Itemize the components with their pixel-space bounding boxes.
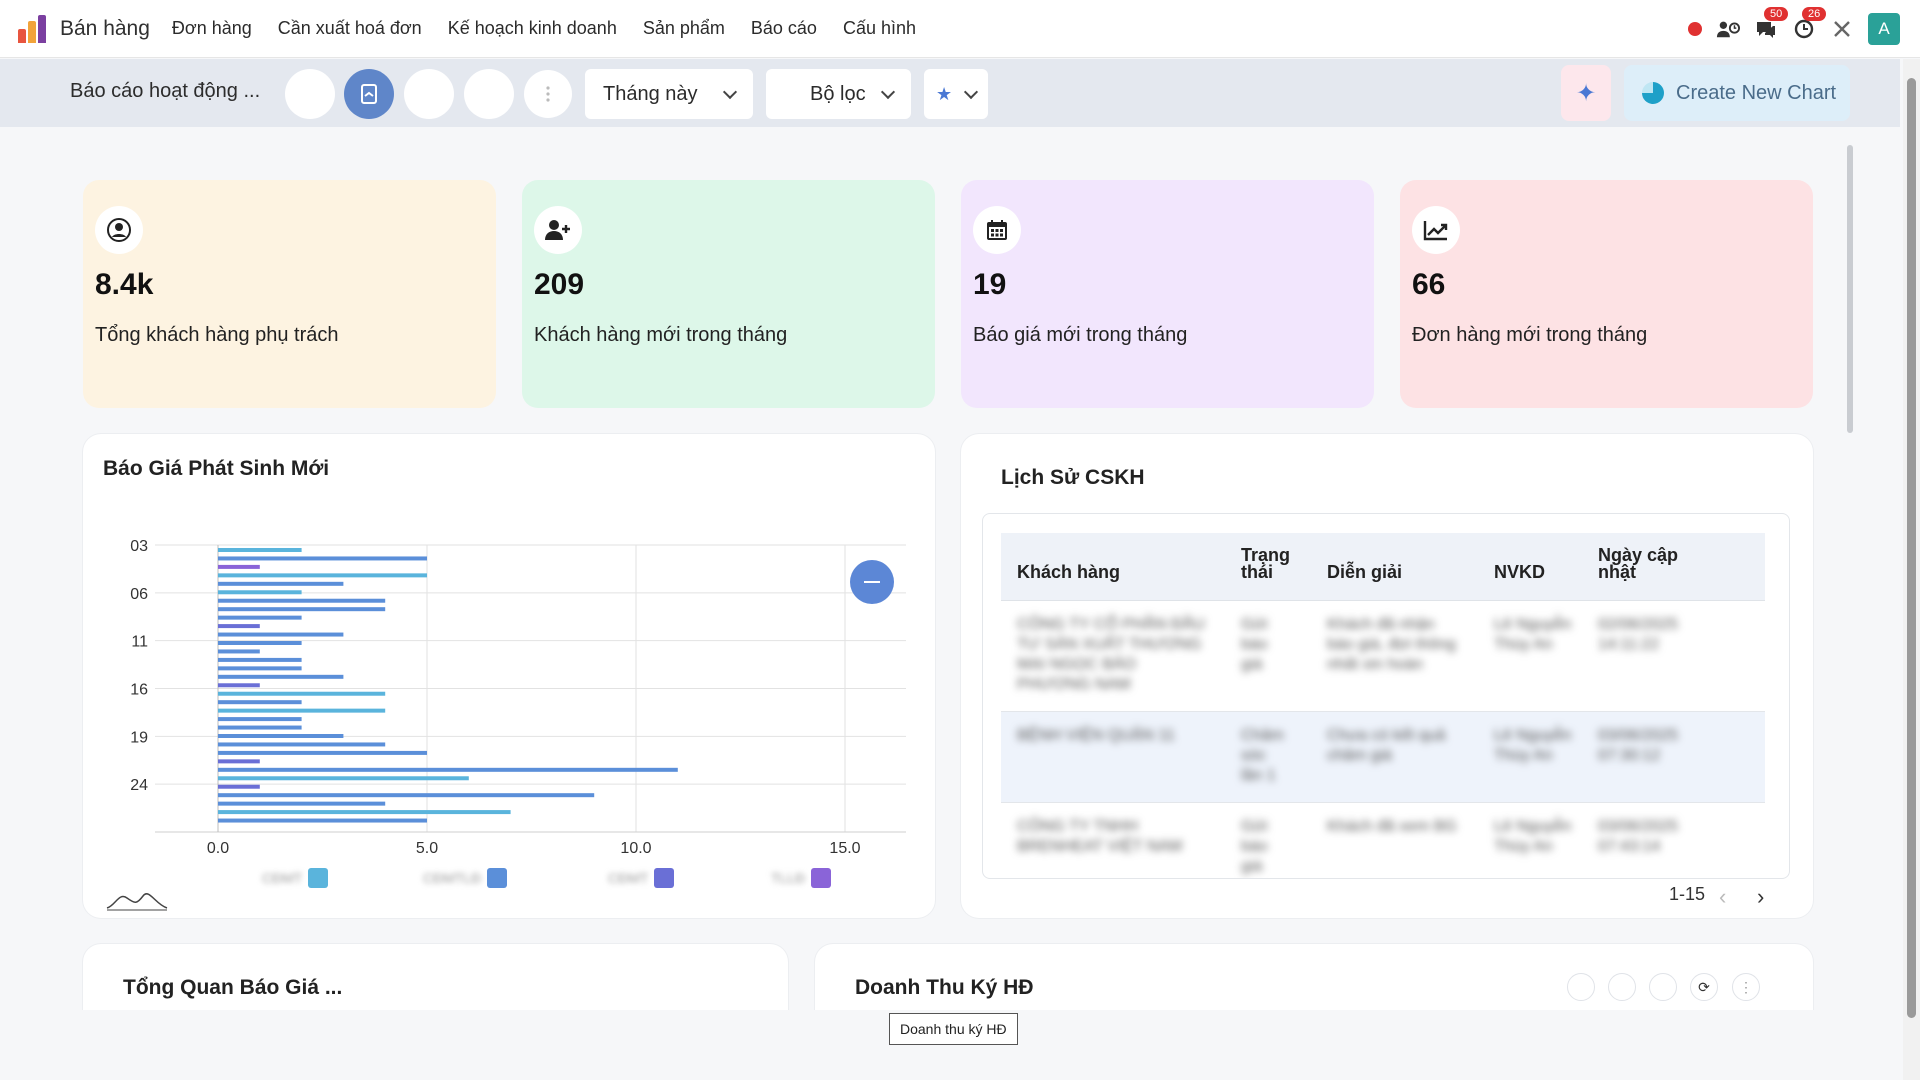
bar xyxy=(218,556,427,561)
legend-item[interactable]: TLLĐ xyxy=(771,867,832,889)
bar xyxy=(218,573,427,578)
bar xyxy=(218,767,678,772)
bar xyxy=(218,581,344,586)
y-tick-label: 19 xyxy=(130,729,148,746)
prev-page-button[interactable]: ‹ xyxy=(1719,884,1726,910)
refresh-icon: ⟳ xyxy=(1698,978,1710,995)
bar xyxy=(218,759,260,764)
bar xyxy=(218,717,302,722)
bar xyxy=(218,564,260,569)
column-header-salesperson[interactable]: NVKD xyxy=(1494,563,1545,581)
column-header-status[interactable]: Trạng thái xyxy=(1241,546,1291,581)
legend-item[interactable]: CĐMT xyxy=(262,867,329,889)
collapse-fab-button[interactable] xyxy=(850,560,894,604)
history-table: Khách hàng Trạng thái Diễn giải NVKD Ngà… xyxy=(982,513,1790,879)
bar xyxy=(218,793,595,798)
bar xyxy=(218,666,302,671)
chart-action-2-button[interactable] xyxy=(1608,973,1636,1001)
revenue-title: Doanh Thu Ký HĐ xyxy=(855,976,1034,999)
bar xyxy=(218,750,427,755)
legend-item[interactable]: CĐMT xyxy=(608,867,675,889)
bar xyxy=(218,801,386,806)
legend-item[interactable]: CĐMTLĐ xyxy=(423,867,508,889)
table-row[interactable]: CÔNG TY TNHH BRENHEAT VIỆT NAM Gửi báo g… xyxy=(1001,803,1765,878)
x-tick-label: 10.0 xyxy=(620,840,651,857)
x-tick-label: 15.0 xyxy=(829,840,860,857)
bar xyxy=(218,607,386,612)
pagination-range: 1-15 xyxy=(1669,884,1706,904)
chart-action-3-button[interactable] xyxy=(1649,973,1677,1001)
bar xyxy=(218,657,302,662)
history-table-header: Khách hàng Trạng thái Diễn giải NVKD Ngà… xyxy=(1001,533,1765,601)
x-tick-label: 0.0 xyxy=(207,840,229,857)
column-header-customer[interactable]: Khách hàng xyxy=(1017,563,1120,581)
x-tick-label: 5.0 xyxy=(416,840,438,857)
bar xyxy=(218,742,386,747)
bar xyxy=(218,615,302,620)
next-page-button[interactable]: › xyxy=(1757,884,1764,910)
history-title: Lịch Sử CSKH xyxy=(1001,466,1145,489)
bar xyxy=(218,691,386,696)
bar xyxy=(218,725,302,730)
quote-overview-title: Tổng Quan Báo Giá ... xyxy=(123,976,343,999)
bar xyxy=(218,784,260,789)
y-tick-label: 06 xyxy=(130,586,148,603)
sparkline-icon[interactable] xyxy=(105,888,169,912)
bar xyxy=(218,632,344,637)
y-tick-label: 11 xyxy=(131,634,148,651)
bar xyxy=(218,598,386,603)
more-options-button[interactable]: ⋮ xyxy=(1732,973,1760,1001)
chevron-left-icon: ‹ xyxy=(1719,884,1727,909)
column-header-updated-date[interactable]: Ngày cập nhật xyxy=(1598,546,1688,581)
bar xyxy=(218,590,302,595)
minus-icon xyxy=(864,581,880,583)
bar xyxy=(218,818,427,823)
y-tick-label: 16 xyxy=(130,682,148,699)
bar xyxy=(218,649,260,654)
y-tick-label: 24 xyxy=(130,777,148,794)
bar xyxy=(218,641,302,645)
bar xyxy=(218,548,302,552)
bar xyxy=(218,734,344,738)
refresh-button[interactable]: ⟳ xyxy=(1690,973,1718,1001)
bar xyxy=(218,776,469,781)
table-row[interactable]: CÔNG TY CỔ PHẦN ĐẦU TƯ SẢN XUẤT THƯƠNG M… xyxy=(1001,601,1765,712)
bar xyxy=(218,624,260,629)
bar xyxy=(218,708,386,713)
bar xyxy=(218,700,302,705)
bar xyxy=(218,674,344,679)
column-header-description[interactable]: Diễn giải xyxy=(1327,563,1402,581)
chart-action-1-button[interactable] xyxy=(1567,973,1595,1001)
revenue-tooltip: Doanh thu ký HĐ xyxy=(889,1013,1018,1045)
dots-vertical-icon: ⋮ xyxy=(1739,978,1753,995)
y-tick-label: 03 xyxy=(130,538,148,555)
bar xyxy=(218,810,511,815)
table-row[interactable]: BỆNH VIỆN QUẬN 11 Chăm sóc lần 1 Chưa có… xyxy=(1001,712,1765,803)
bar xyxy=(218,683,260,688)
chevron-right-icon: › xyxy=(1757,884,1765,909)
